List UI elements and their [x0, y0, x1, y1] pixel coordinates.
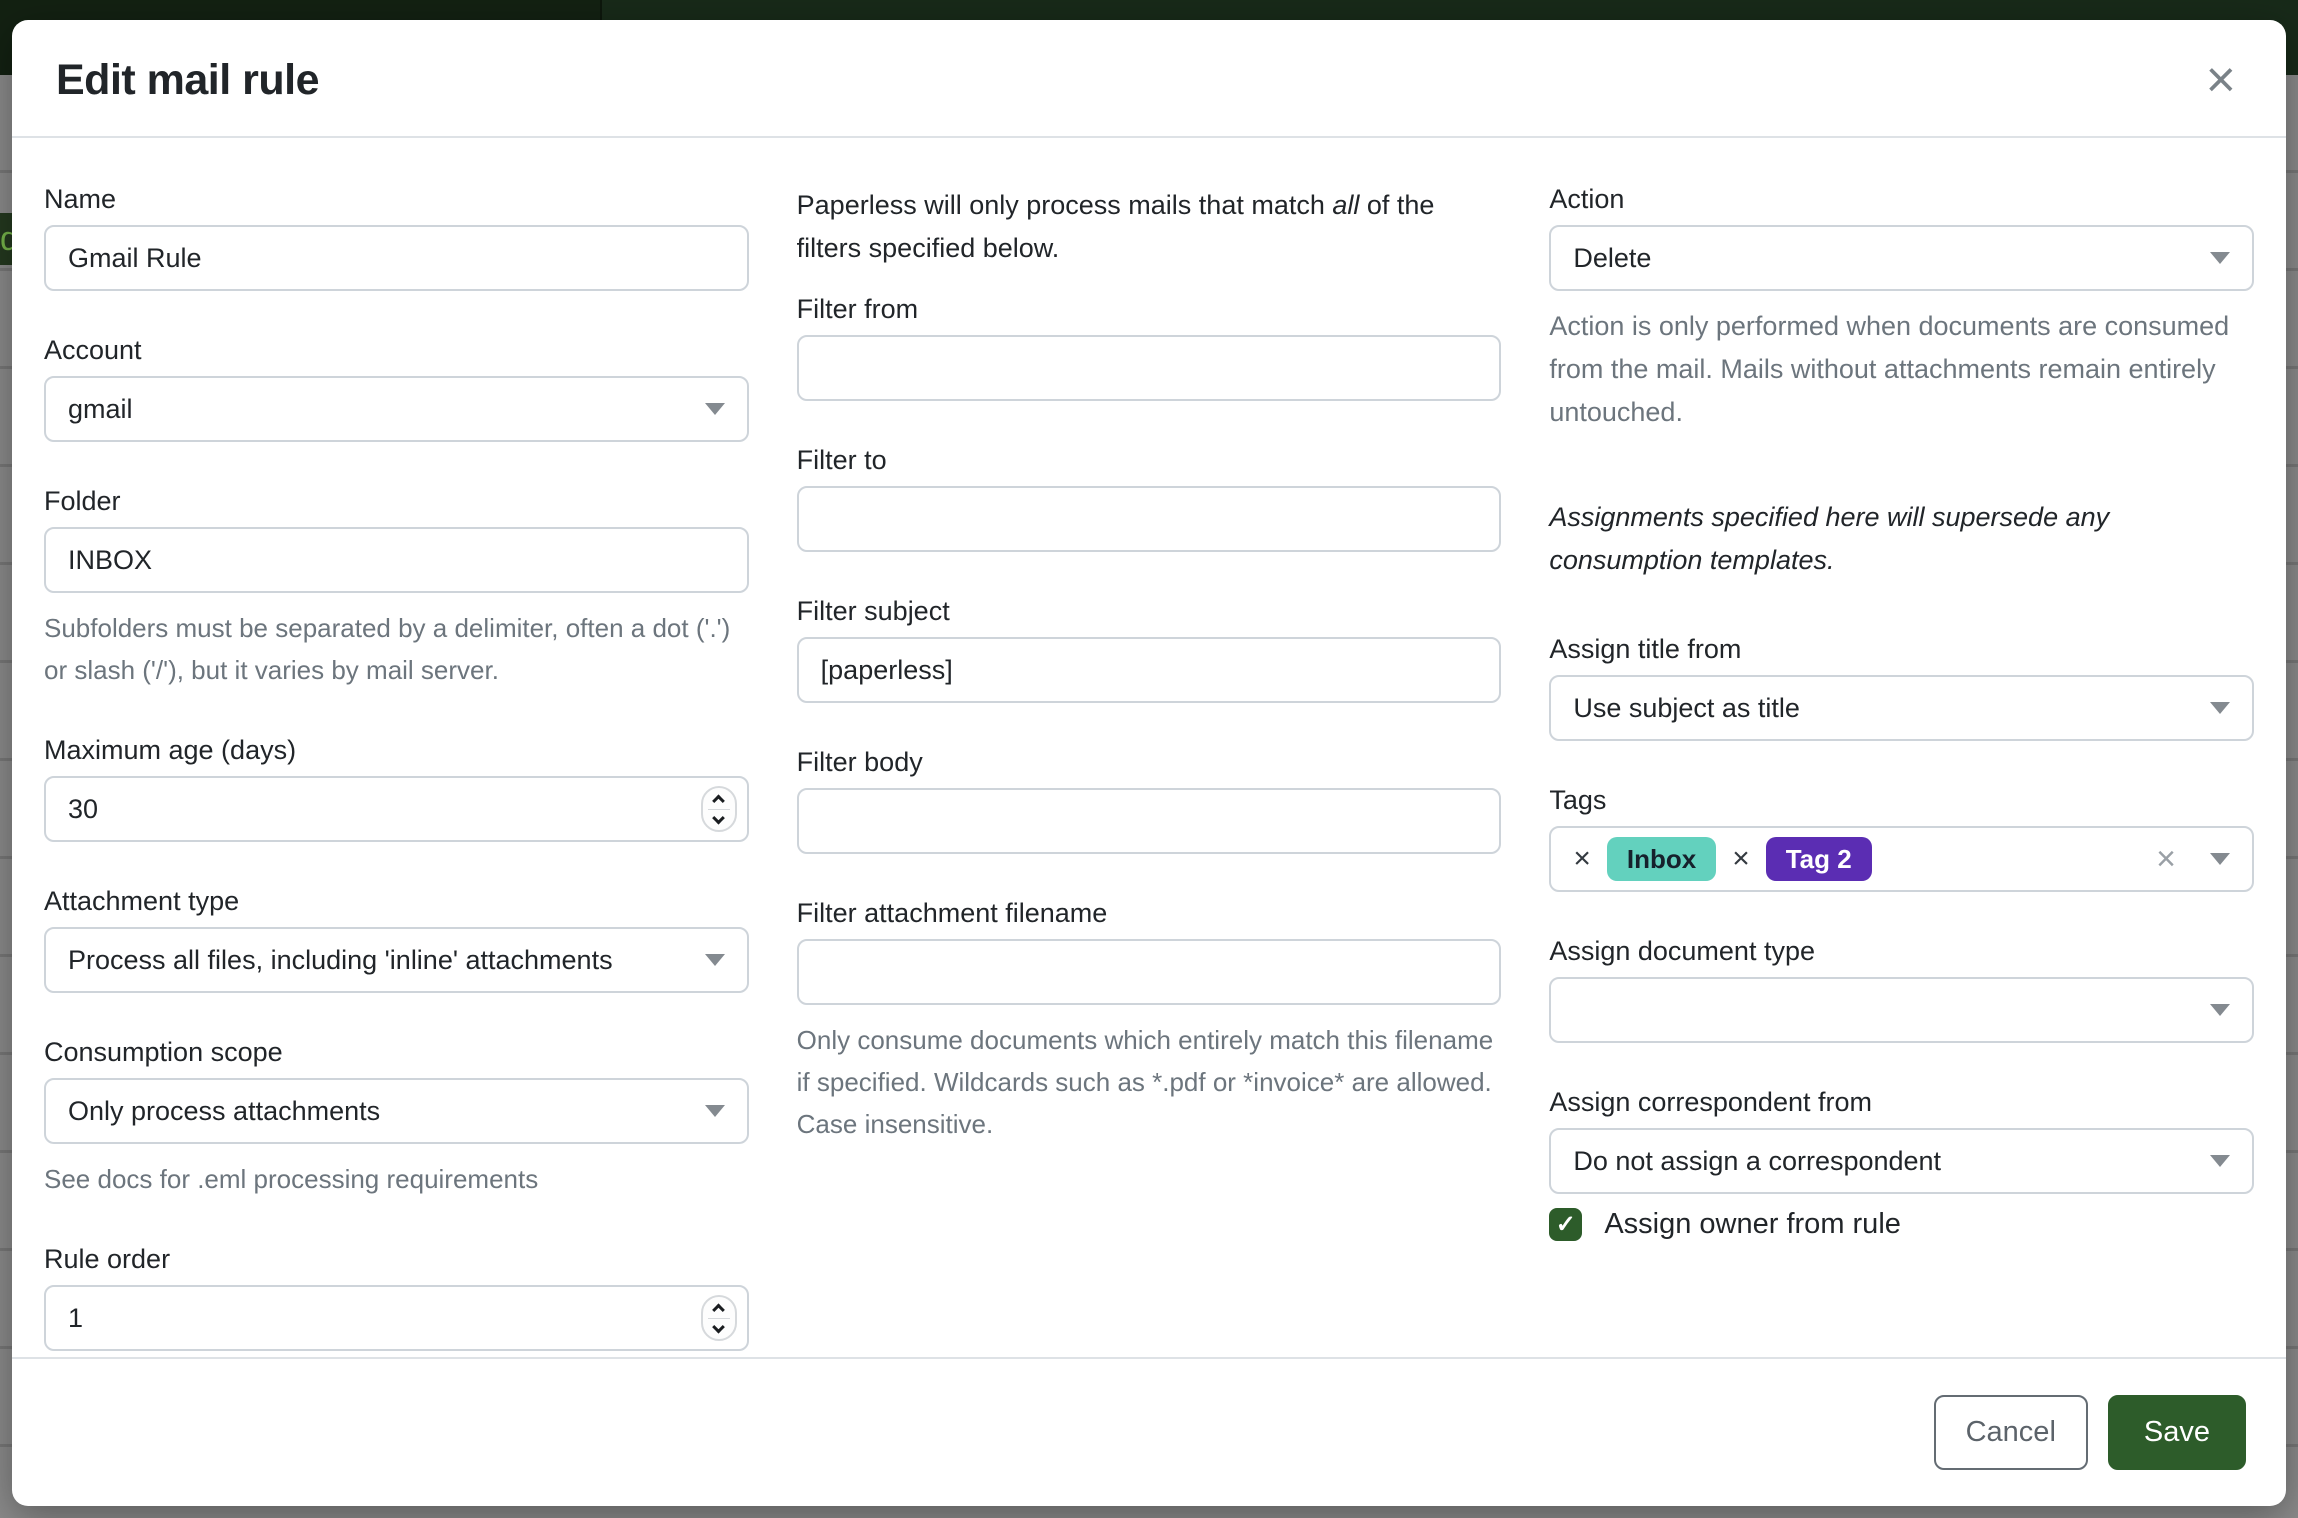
column-general: Name Account gmail Folder Subfolders mus… [44, 184, 749, 1357]
chevron-down-icon [2210, 702, 2230, 714]
filter-filename-input[interactable] [797, 939, 1502, 1005]
save-button[interactable]: Save [2108, 1395, 2246, 1470]
assign-correspondent-select[interactable]: Do not assign a correspondent [1549, 1128, 2254, 1194]
assignments-note: Assignments specified here will supersed… [1549, 496, 2254, 582]
remove-tag-icon[interactable]: × [1573, 842, 1591, 876]
max-age-label: Maximum age (days) [44, 735, 749, 766]
tags-multiselect[interactable]: × Inbox × Tag 2 × [1549, 826, 2254, 892]
assign-correspondent-selected-value: Do not assign a correspondent [1573, 1146, 1941, 1177]
assign-title-select[interactable]: Use subject as title [1549, 675, 2254, 741]
max-age-field-group: Maximum age (days) [44, 735, 749, 842]
chevron-down-icon[interactable] [712, 811, 725, 824]
assign-doctype-label: Assign document type [1549, 936, 2254, 967]
consumption-scope-field-group: Consumption scope Only process attachmen… [44, 1037, 749, 1200]
filter-body-label: Filter body [797, 747, 1502, 778]
edit-mail-rule-dialog: Edit mail rule × Name Account gmail Fold… [12, 20, 2286, 1506]
filter-subject-label: Filter subject [797, 596, 1502, 627]
filter-body-input[interactable] [797, 788, 1502, 854]
folder-field-group: Folder Subfolders must be separated by a… [44, 486, 749, 691]
dialog-body: Name Account gmail Folder Subfolders mus… [12, 138, 2286, 1357]
chevron-up-icon[interactable] [712, 1303, 725, 1316]
filter-filename-help-text: Only consume documents which entirely ma… [797, 1019, 1502, 1145]
filter-to-input[interactable] [797, 486, 1502, 552]
assign-title-selected-value: Use subject as title [1573, 693, 1800, 724]
action-label: Action [1549, 184, 2254, 215]
assign-title-label: Assign title from [1549, 634, 2254, 665]
filter-body-field-group: Filter body [797, 747, 1502, 854]
consumption-scope-selected-value: Only process attachments [68, 1096, 380, 1127]
account-label: Account [44, 335, 749, 366]
chevron-down-icon [705, 1105, 725, 1117]
chevron-up-icon[interactable] [712, 794, 725, 807]
consumption-scope-select[interactable]: Only process attachments [44, 1078, 749, 1144]
chevron-down-icon[interactable] [712, 1320, 725, 1333]
filter-subject-input[interactable] [797, 637, 1502, 703]
assign-title-field-group: Assign title from Use subject as title [1549, 634, 2254, 741]
chevron-down-icon [2210, 1155, 2230, 1167]
filter-from-input[interactable] [797, 335, 1502, 401]
folder-help-text: Subfolders must be separated by a delimi… [44, 607, 749, 691]
assign-correspondent-label: Assign correspondent from [1549, 1087, 2254, 1118]
filter-subject-field-group: Filter subject [797, 596, 1502, 703]
folder-input[interactable] [44, 527, 749, 593]
action-help-text: Action is only performed when documents … [1549, 305, 2254, 434]
attachment-type-select[interactable]: Process all files, including 'inline' at… [44, 927, 749, 993]
dialog-title: Edit mail rule [56, 56, 319, 105]
action-selected-value: Delete [1573, 243, 1651, 274]
number-stepper[interactable] [701, 1295, 737, 1341]
name-field-group: Name [44, 184, 749, 291]
filter-filename-field-group: Filter attachment filename Only consume … [797, 898, 1502, 1145]
consumption-scope-help-text: See docs for .eml processing requirement… [44, 1158, 749, 1200]
filter-to-label: Filter to [797, 445, 1502, 476]
account-field-group: Account gmail [44, 335, 749, 442]
rule-order-input[interactable] [44, 1285, 749, 1351]
filter-from-label: Filter from [797, 294, 1502, 325]
account-selected-value: gmail [68, 394, 133, 425]
name-label: Name [44, 184, 749, 215]
chevron-down-icon [2210, 252, 2230, 264]
consumption-scope-label: Consumption scope [44, 1037, 749, 1068]
rule-order-label: Rule order [44, 1244, 749, 1275]
chevron-down-icon[interactable] [2210, 853, 2230, 865]
number-stepper[interactable] [701, 786, 737, 832]
column-filters: Paperless will only process mails that m… [797, 184, 1502, 1357]
dialog-footer: Cancel Save [12, 1357, 2286, 1506]
close-icon[interactable]: × [2200, 54, 2242, 106]
remove-tag-icon[interactable]: × [1732, 842, 1750, 876]
chevron-down-icon [2210, 1004, 2230, 1016]
filter-to-field-group: Filter to [797, 445, 1502, 552]
action-field-group: Action Delete Action is only performed w… [1549, 184, 2254, 434]
cancel-button[interactable]: Cancel [1934, 1395, 2088, 1470]
filter-filename-label: Filter attachment filename [797, 898, 1502, 929]
attachment-type-selected-value: Process all files, including 'inline' at… [68, 945, 613, 976]
chevron-down-icon [705, 954, 725, 966]
rule-order-field-group: Rule order [44, 1244, 749, 1351]
name-input[interactable] [44, 225, 749, 291]
filters-intro-text: Paperless will only process mails that m… [797, 184, 1502, 270]
max-age-input[interactable] [44, 776, 749, 842]
attachment-type-label: Attachment type [44, 886, 749, 917]
filter-from-field-group: Filter from [797, 294, 1502, 401]
assign-owner-checkbox[interactable] [1549, 1208, 1582, 1241]
clear-tags-icon[interactable]: × [2156, 842, 2176, 876]
chevron-down-icon [705, 403, 725, 415]
action-select[interactable]: Delete [1549, 225, 2254, 291]
attachment-type-field-group: Attachment type Process all files, inclu… [44, 886, 749, 993]
dialog-header: Edit mail rule × [12, 20, 2286, 138]
tags-label: Tags [1549, 785, 2254, 816]
assign-owner-label: Assign owner from rule [1604, 1208, 1901, 1241]
assign-doctype-field-group: Assign document type [1549, 936, 2254, 1043]
column-actions: Action Delete Action is only performed w… [1549, 184, 2254, 1357]
assign-owner-row: Assign owner from rule [1549, 1208, 2254, 1241]
tag-pill: Inbox [1607, 837, 1716, 881]
assign-correspondent-field-group: Assign correspondent from Do not assign … [1549, 1087, 2254, 1194]
assign-doctype-select[interactable] [1549, 977, 2254, 1043]
folder-label: Folder [44, 486, 749, 517]
tag-pill: Tag 2 [1766, 837, 1872, 881]
tags-field-group: Tags × Inbox × Tag 2 × [1549, 785, 2254, 892]
account-select[interactable]: gmail [44, 376, 749, 442]
